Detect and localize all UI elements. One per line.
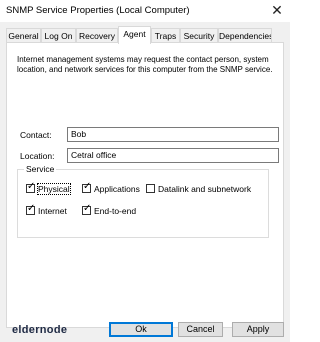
tab-traps[interactable]: Traps [151, 28, 180, 42]
internet-checkbox[interactable]: ✓ Internet [26, 203, 67, 218]
endtoend-label: End-to-end [94, 206, 137, 216]
internet-label: Internet [38, 206, 67, 216]
datalink-label: Datalink and subnetwork [158, 184, 252, 194]
tab-agent[interactable]: Agent [118, 26, 151, 44]
location-field[interactable]: Cetral office [67, 148, 279, 163]
internet-check-icon: ✓ [26, 203, 36, 215]
agent-description: Internet management systems may request … [17, 55, 273, 74]
eldernode-logo: eldernode [12, 324, 68, 336]
tab-log-on[interactable]: Log On [41, 28, 76, 42]
applications-checkbox[interactable]: ✓ Applications [82, 181, 140, 196]
close-icon[interactable]: ✕ [264, 0, 290, 22]
tab-security[interactable]: Security [180, 28, 218, 42]
agent-tab-page: Internet management systems may request … [6, 42, 284, 328]
tab-dependencies[interactable]: Dependencies [218, 28, 272, 42]
datalink-check-icon: ✓ [146, 184, 155, 193]
endtoend-check-icon: ✓ [82, 203, 92, 215]
service-group: Service ✓Physical ✓Applications ✓Datalin… [17, 164, 269, 238]
tab-general[interactable]: General [6, 28, 41, 42]
apply-button[interactable]: Apply [232, 322, 284, 337]
contact-field[interactable]: Bob [67, 127, 279, 142]
physical-checkbox[interactable]: ✓ Physical [26, 181, 71, 196]
ok-button[interactable]: Ok [109, 322, 173, 337]
contact-label: Contact: [20, 130, 52, 140]
cancel-button[interactable]: Cancel [178, 322, 223, 337]
dialog-body: General Log On Recovery Agent Traps Secu… [0, 22, 290, 342]
location-label: Location: [20, 151, 55, 161]
service-group-title: Service [24, 164, 57, 174]
physical-check-icon: ✓ [26, 181, 36, 193]
applications-label: Applications [94, 184, 140, 194]
applications-check-icon: ✓ [82, 181, 92, 193]
physical-label: Physical [37, 183, 71, 195]
datalink-checkbox[interactable]: ✓Datalink and subnetwork [146, 184, 251, 196]
window-title: SNMP Service Properties (Local Computer) [6, 5, 190, 16]
tab-recovery[interactable]: Recovery [76, 28, 118, 42]
endtoend-checkbox[interactable]: ✓ End-to-end [82, 203, 137, 218]
title-bar: SNMP Service Properties (Local Computer)… [0, 0, 290, 22]
